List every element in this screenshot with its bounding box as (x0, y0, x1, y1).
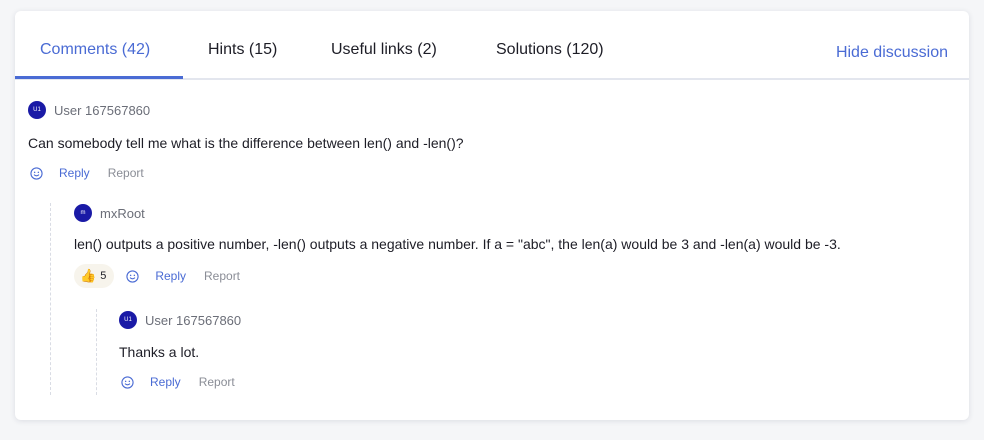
discussion-panel: Comments (42) Hints (15) Useful links (2… (15, 11, 969, 420)
reply-button[interactable]: Reply (59, 166, 90, 180)
comment-actions: 👍 5 Reply Report (74, 264, 841, 288)
comment-actions: Reply Report (30, 166, 464, 180)
comment-text: len() outputs a positive number, -len() … (74, 236, 841, 252)
reply-button[interactable]: Reply (155, 269, 186, 283)
smile-icon[interactable] (30, 166, 43, 180)
comment: U1 User 167567860 Thanks a lot. Reply Re… (119, 311, 241, 389)
tab-useful-links[interactable]: Useful links (2) (331, 41, 437, 59)
comment-author[interactable]: User 167567860 (145, 313, 241, 328)
comment: U1 User 167567860 Can somebody tell me w… (28, 101, 464, 180)
comment-header: U1 User 167567860 (28, 101, 464, 119)
thumbs-up-icon: 👍 (80, 268, 97, 283)
avatar: U1 (119, 311, 137, 329)
reply-button[interactable]: Reply (150, 375, 181, 389)
report-button[interactable]: Report (108, 166, 144, 180)
discussion-tabs: Comments (42) Hints (15) Useful links (2… (15, 11, 969, 80)
hide-discussion-link[interactable]: Hide discussion (836, 44, 948, 62)
comment-author[interactable]: User 167567860 (54, 103, 150, 118)
thread-line (96, 309, 97, 395)
comment-text: Can somebody tell me what is the differe… (28, 135, 464, 151)
report-button[interactable]: Report (199, 375, 235, 389)
active-tab-indicator (15, 76, 183, 79)
comment-text: Thanks a lot. (119, 344, 200, 360)
comment-header: U1 User 167567860 (119, 311, 241, 329)
comment: m mxRoot len() outputs a positive number… (74, 204, 841, 288)
tab-solutions[interactable]: Solutions (120) (496, 41, 604, 59)
like-count: 5 (100, 270, 107, 282)
report-button[interactable]: Report (204, 269, 240, 283)
smile-icon[interactable] (126, 269, 139, 283)
tab-comments[interactable]: Comments (42) (40, 41, 150, 59)
avatar: U1 (28, 101, 46, 119)
comment-author[interactable]: mxRoot (100, 206, 145, 221)
like-reaction[interactable]: 👍 5 (74, 264, 115, 288)
smile-icon[interactable] (121, 375, 134, 389)
comment-header: m mxRoot (74, 204, 841, 222)
tab-hints[interactable]: Hints (15) (208, 41, 277, 59)
avatar: m (74, 204, 92, 222)
thread-line (50, 203, 51, 395)
comment-actions: Reply Report (121, 375, 241, 389)
